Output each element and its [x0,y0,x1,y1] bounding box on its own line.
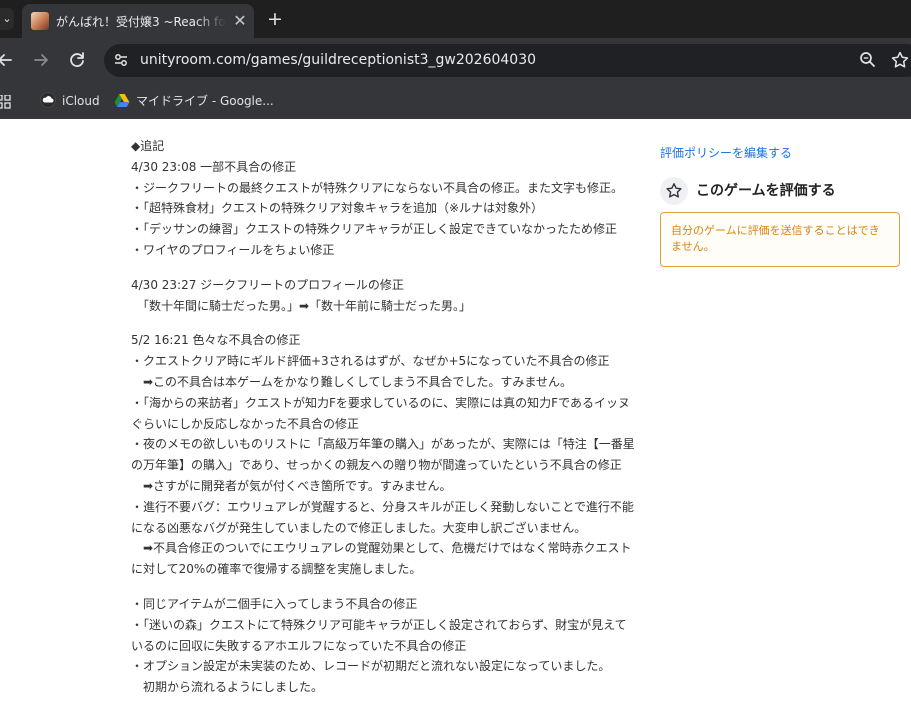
rate-game-header: このゲームを評価する [660,177,900,205]
changelog-line: ・進行不要バグ：エウリュアレが覚醒すると、分身スキルが正しく発動しないことで進行… [131,499,634,535]
game-description: ◆追記 4/30 23:08 一部不具合の修正・ジークフリートの最終クエストが特殊… [131,136,636,712]
tab-search-button[interactable]: ⌄ [0,8,14,30]
tab-close-button[interactable]: ✕ [230,11,250,31]
tab-title: がんばれ！受付嬢3 ~Reach for th [56,15,226,29]
changelog-line: 初期から流れるようにしました。 [131,680,324,695]
game-favicon-icon [31,12,49,30]
browser-toolbar: unityroom.com/games/guildreceptionist3_g… [0,38,911,83]
new-tab-button[interactable]: + [263,8,287,30]
tab-strip: ⌄ がんばれ！受付嬢3 ~Reach for th ✕ + [0,0,911,38]
changelog-line: ・「迷いの森」クエストにて特殊クリア可能キャラが正しく設定されておらず、財宝が見… [131,617,627,653]
bookmark-icloud[interactable]: iCloud [40,91,100,111]
url-text: unityroom.com/games/guildreceptionist3_g… [140,52,537,68]
changelog-line: ・「デッサンの練習」クエストの特殊クリアキャラが正しく設定できていなかったため修… [131,222,618,237]
rate-game-title: このゲームを評価する [696,183,836,199]
bookmark-label: マイドライブ - Google... [136,94,274,108]
changelog-section: ・同じアイテムが二個手に入ってしまう不具合の修正・「迷いの森」クエストにて特殊ク… [131,594,636,698]
bookmark-google-drive[interactable]: マイドライブ - Google... [114,91,274,111]
rating-notice: 自分のゲームに評価を送信することはできません。 [660,212,900,267]
bookmark-star-button[interactable] [890,50,910,70]
changelog-line: ◆追記 [131,139,165,153]
changelog-line: 「数十年間に騎士だった男。」➡「数十年前に騎士だった男。」 [131,298,472,313]
changelog-section: 4/30 23:27 ジークフリートのプロフィールの修正 「数十年間に騎士だった… [131,275,636,317]
changelog-section: ◆追記 4/30 23:08 一部不具合の修正・ジークフリートの最終クエストが特殊… [131,136,636,261]
reload-icon [70,52,84,67]
zoom-magnifier-icon [860,52,875,67]
changelog-line: ・オプション設定が未実装のため、レコードが初期だと流れない設定になっていました。 [131,659,611,674]
changelog-line: ➡この不具合は本ゲームをかなり難しくしてしまう不具合でした。すみません。 [131,374,572,389]
back-button[interactable] [0,49,16,71]
edit-rating-policy-link[interactable]: 評価ポリシーを編集する [660,143,792,163]
changelog-line: ➡さすがに開発者が気が付くべき箇所です。すみません。 [131,478,452,493]
google-drive-icon [114,94,130,107]
changelog-line: 5/2 16:21 色々な不具合の修正 [131,333,301,348]
reload-button[interactable] [66,49,88,71]
site-info-button[interactable] [110,49,132,71]
changelog-line: ・夜のメモの欲しいものリストに「高級万年筆の購入」があったが、実際には「特注【一… [131,437,635,473]
changelog-line: ・「超特殊食材」クエストの特殊クリア対象キャラを追加（※ルナは対象外） [131,201,544,216]
forward-button[interactable] [30,49,52,71]
changelog-line: ・同じアイテムが二個手に入ってしまう不具合の修正 [131,596,418,611]
changelog-line: 4/30 23:08 一部不具合の修正 [131,159,297,174]
apps-button[interactable] [0,94,11,109]
forward-arrow-icon [34,54,48,66]
star-outline-icon [891,51,909,68]
star-outline-icon [666,183,682,198]
zoom-button[interactable] [858,50,878,70]
changelog-line: 4/30 23:27 ジークフリートのプロフィールの修正 [131,277,404,292]
bookmark-label: iCloud [62,94,100,108]
rate-star-badge [660,177,688,205]
bookmarks-bar: iCloud マイドライブ - Google... [0,83,911,119]
close-icon: ✕ [233,11,247,30]
browser-tab-active[interactable]: がんばれ！受付嬢3 ~Reach for th ✕ [22,4,254,38]
changelog-section: 5/2 16:21 色々な不具合の修正・クエストクリア時にギルド評価+3されるは… [131,330,636,580]
changelog-line: ➡不具合修正のついでにエウリュアレの覚醒効果として、危機だけではなく常時赤クエス… [131,541,632,577]
changelog-line: ・クエストクリア時にギルド評価+3されるはずが、なぜか+5になっていた不具合の修… [131,354,610,369]
changelog-line: ・ジークフリートの最終クエストが特殊クリアにならない不具合の修正。また文字も修正… [131,180,624,195]
changelog-line: ・ワイヤのプロフィールをちょい修正 [131,242,335,257]
address-bar[interactable]: unityroom.com/games/guildreceptionist3_g… [104,44,911,77]
back-arrow-icon [0,54,12,66]
cloud-icon [40,92,56,108]
tune-icon [115,54,127,66]
changelog-line: ・「海からの来訪者」クエストが知力Fを要求しているのに、実際には真の知力Fである… [131,395,630,431]
apps-grid-icon [0,94,11,109]
plus-icon: + [267,8,283,30]
chevron-down-icon: ⌄ [2,12,12,25]
